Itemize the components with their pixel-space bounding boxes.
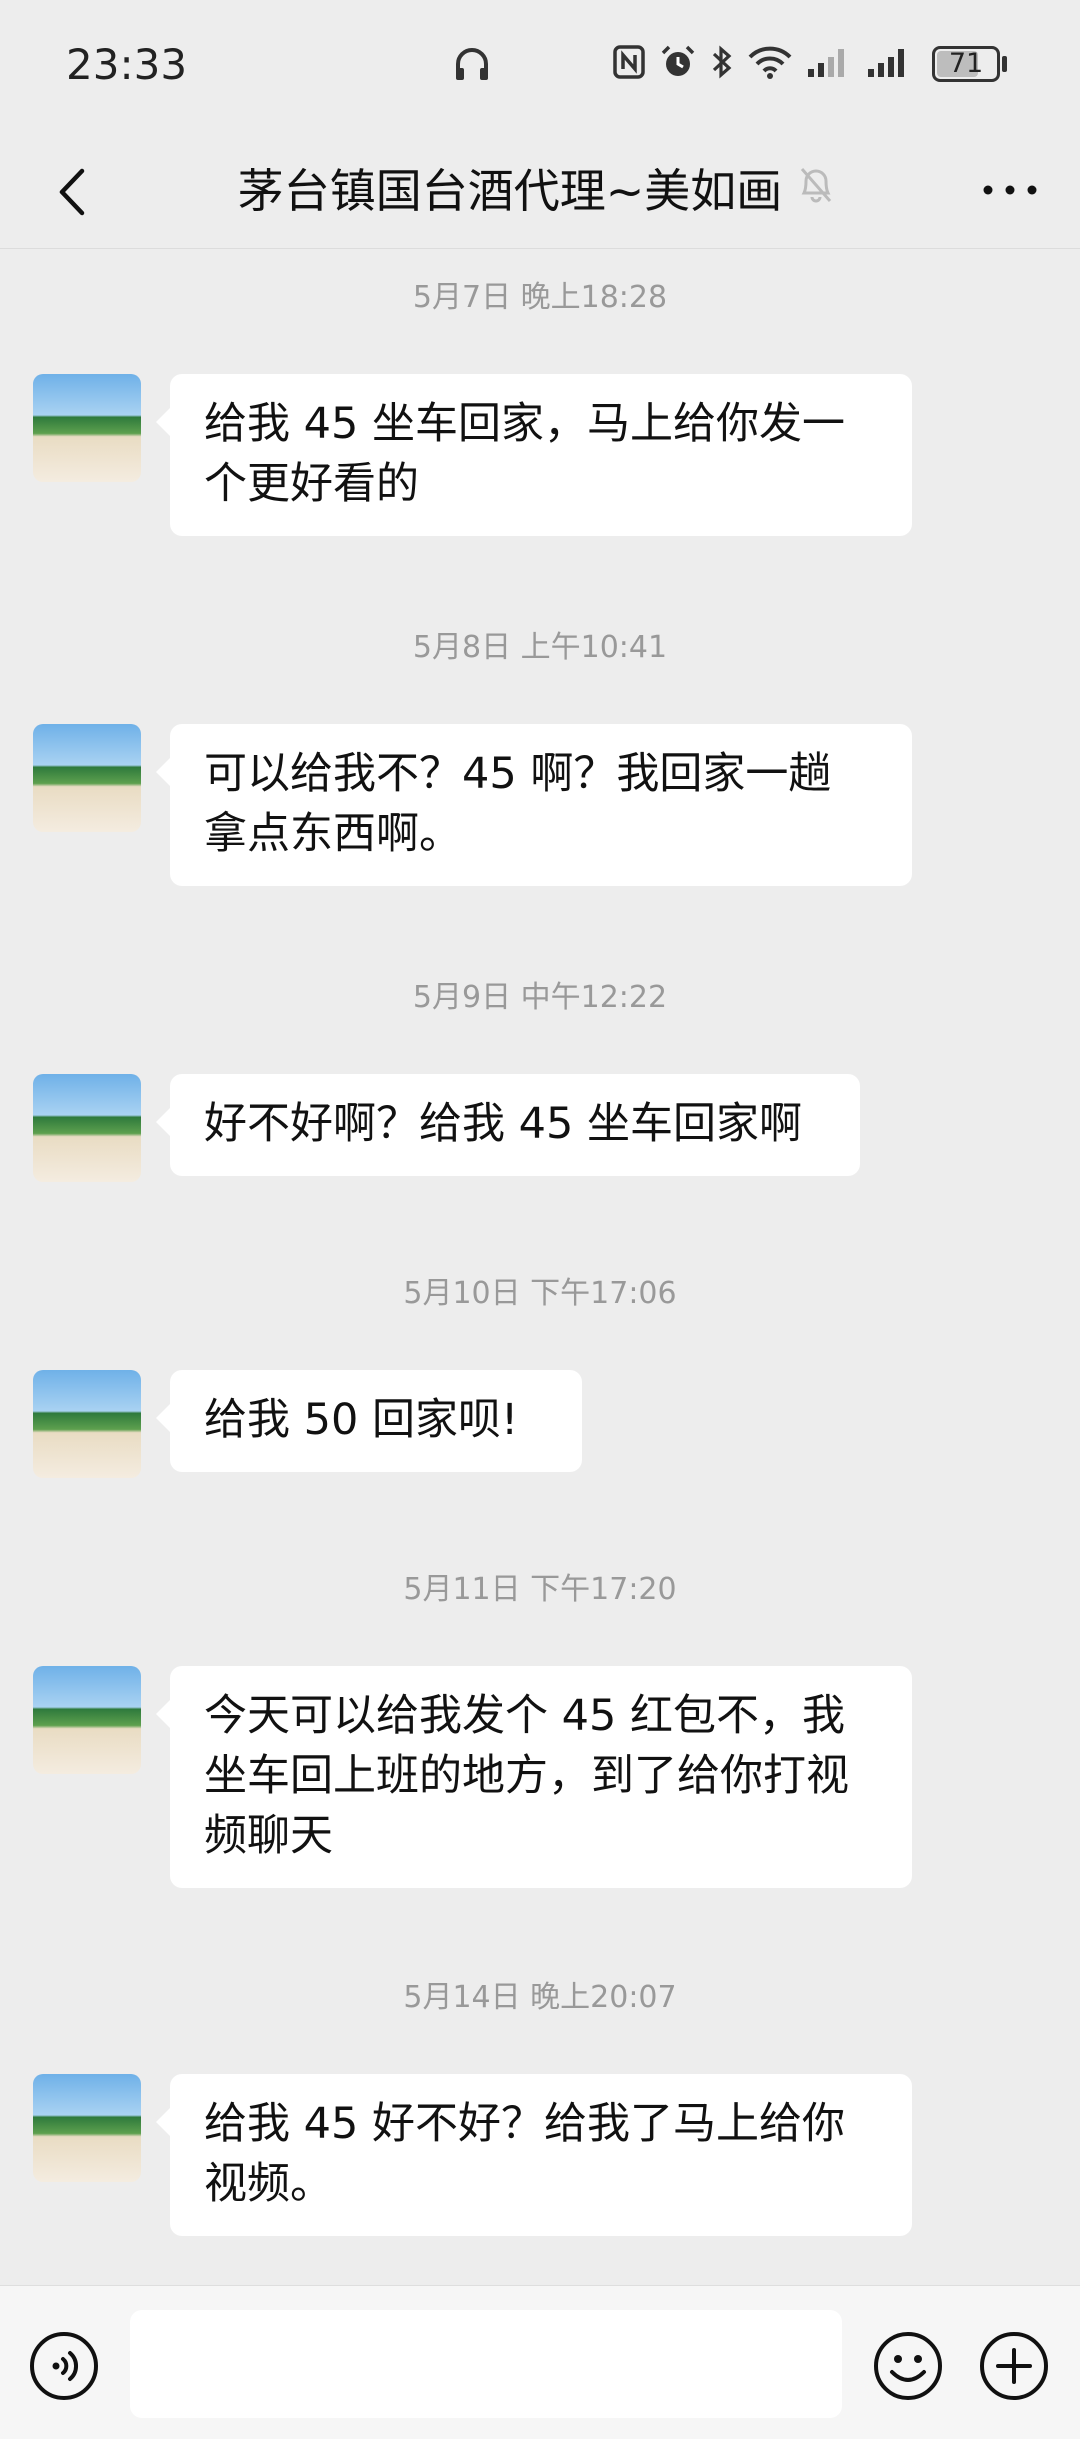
chat-title: 茅台镇国台酒代理~美如画 [237,164,783,218]
avatar[interactable] [33,1370,141,1478]
message-timestamp: 5月11日 下午17:20 [403,1572,677,1607]
signal-icon [808,49,844,77]
battery-icon: 71 [932,46,1000,82]
battery-level: 71 [948,48,984,79]
message-timestamp: 5月8日 上午10:41 [412,630,668,665]
more-functions-button[interactable] [978,2330,1050,2402]
message-input[interactable] [130,2310,842,2418]
battery-tip [1002,56,1007,72]
avatar[interactable] [33,1074,141,1182]
avatar[interactable] [33,2074,141,2182]
avatar[interactable] [33,724,141,832]
message-bubble[interactable]: 好不好啊？给我 45 坐车回家啊 [156,1074,860,1176]
message-bubble[interactable]: 给我 50 回家呗! [156,1370,582,1472]
message-bubble[interactable]: 今天可以给我发个 45 红包不，我 坐车回上班的地方，到了给你打视 频聊天 [156,1666,912,1888]
message-timestamp: 5月14日 晚上20:07 [403,1980,677,2015]
avatar[interactable] [33,374,141,482]
input-bar [0,2285,1080,2439]
message-list[interactable]: 5月7日 晚上18:28 给我 45 坐车回家，马上给你发一 个更好看的 5月8… [0,250,1080,2280]
status-bar: 23:33 71 [0,0,1080,135]
alarm-icon [661,45,695,76]
message-timestamp: 5月9日 中午12:22 [412,980,668,1015]
message-timestamp: 5月7日 晚上18:28 [412,280,668,315]
emoji-button[interactable] [872,2330,944,2402]
voice-input-button[interactable] [28,2330,100,2402]
message-timestamp: 5月10日 下午17:06 [403,1276,677,1311]
wifi-icon [748,46,792,79]
message-bubble[interactable]: 可以给我不？45 啊？我回家一趟 拿点东西啊。 [156,724,912,886]
header-divider [0,248,1080,249]
muted-bell-icon [800,168,832,203]
nfc-icon [613,45,645,79]
signal-icon [868,49,904,77]
headphone-icon [456,48,488,80]
more-options-button[interactable] [970,165,1050,215]
bluetooth-icon [712,45,732,79]
status-time: 23:33 [66,40,188,89]
message-bubble[interactable]: 给我 45 好不好？给我了马上给你 视频。 [156,2074,912,2236]
status-icons [612,44,912,80]
message-bubble[interactable]: 给我 45 坐车回家，马上给你发一 个更好看的 [156,374,912,536]
chat-header: 茅台镇国台酒代理~美如画 [0,135,1080,250]
avatar[interactable] [33,1666,141,1774]
